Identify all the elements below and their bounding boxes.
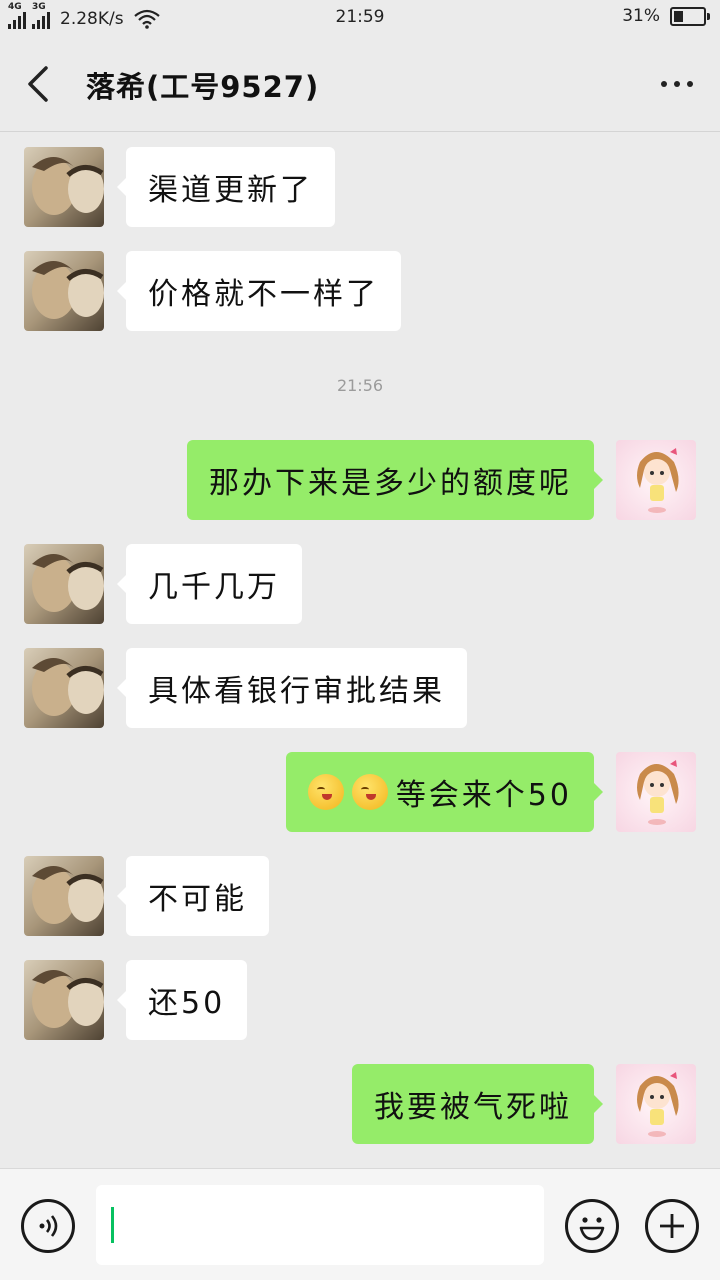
battery-level — [674, 10, 683, 22]
kids-photo-avatar — [24, 251, 104, 331]
contact-avatar[interactable] — [24, 251, 104, 331]
status-right: 31% — [622, 6, 710, 26]
my-avatar[interactable] — [616, 752, 696, 832]
message-bubble[interactable]: 渠道更新了 — [117, 147, 335, 227]
plus-icon[interactable] — [645, 1199, 699, 1253]
chat-title: 落希(工号9527) — [86, 70, 320, 104]
message-bubble[interactable]: 价格就不一样了 — [117, 251, 401, 331]
status-time: 21:59 — [335, 7, 385, 27]
battery-icon — [670, 6, 710, 26]
contact-avatar[interactable] — [24, 147, 104, 227]
contact-avatar[interactable] — [24, 856, 104, 936]
message-bubble[interactable]: 具体看银行审批结果 — [117, 648, 467, 728]
cartoon-girl-avatar — [616, 440, 696, 520]
kids-photo-avatar — [24, 544, 104, 624]
more-dots-icon[interactable] — [652, 66, 702, 102]
battery-percent: 31% — [622, 6, 660, 26]
message-incoming: 几千几万 — [0, 544, 720, 624]
message-incoming: 价格就不一样了 — [0, 251, 720, 331]
message-outgoing: 那办下来是多少的额度呢 — [0, 440, 720, 520]
my-avatar[interactable] — [616, 1064, 696, 1144]
contact-avatar[interactable] — [24, 960, 104, 1040]
message-bubble[interactable]: 等会来个50 — [285, 752, 604, 832]
chat-header: 落希(工号9527) — [0, 36, 720, 132]
message-text: 等会来个50 — [395, 778, 572, 813]
status-bar: 4G 3G 2.28K/s 21:59 31% — [0, 0, 720, 36]
smiley-icon[interactable] — [565, 1199, 619, 1253]
plus-glyph — [660, 1214, 684, 1238]
message-bubble[interactable]: 还50 — [116, 960, 248, 1040]
kids-photo-avatar — [24, 856, 104, 936]
cartoon-girl-avatar — [616, 752, 696, 832]
message-incoming: 不可能 — [0, 856, 720, 936]
tongue-face-emoji-icon — [351, 774, 388, 810]
message-timestamp: 21:56 — [336, 376, 384, 395]
contact-avatar[interactable] — [24, 544, 104, 624]
message-incoming: 渠道更新了 — [0, 147, 720, 227]
text-caret — [111, 1207, 114, 1243]
message-outgoing: 等会来个50 — [0, 752, 720, 832]
tongue-face-emoji-icon — [307, 774, 344, 810]
message-incoming: 具体看银行审批结果 — [0, 648, 720, 728]
message-outgoing: 我要被气死啦 — [0, 1064, 720, 1144]
voice-waves-glyph — [39, 1215, 58, 1237]
message-bubble[interactable]: 我要被气死啦 — [352, 1064, 603, 1144]
chevron-left-icon[interactable] — [20, 64, 60, 104]
voice-icon[interactable] — [21, 1199, 75, 1253]
message-bubble[interactable]: 那办下来是多少的额度呢 — [187, 440, 603, 520]
kids-photo-avatar — [24, 648, 104, 728]
message-input[interactable] — [96, 1185, 544, 1265]
kids-photo-avatar — [24, 960, 104, 1040]
input-bar — [0, 1168, 720, 1280]
cartoon-girl-avatar — [616, 1064, 696, 1144]
message-bubble[interactable]: 几千几万 — [117, 544, 302, 624]
smiley-glyph — [579, 1217, 605, 1241]
kids-photo-avatar — [24, 147, 104, 227]
message-incoming: 还50 — [0, 960, 720, 1040]
message-bubble[interactable]: 不可能 — [117, 856, 269, 936]
my-avatar[interactable] — [616, 440, 696, 520]
contact-avatar[interactable] — [24, 648, 104, 728]
